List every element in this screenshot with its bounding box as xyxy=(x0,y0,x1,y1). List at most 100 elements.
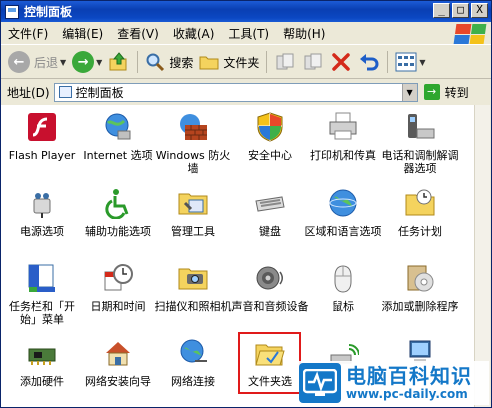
copy-to-button[interactable] xyxy=(299,49,327,75)
close-button[interactable]: X xyxy=(471,3,488,18)
delete-icon xyxy=(332,53,351,71)
flash-player-icon xyxy=(28,113,56,141)
item-label: 电源选项 xyxy=(20,225,64,238)
menu-help[interactable]: 帮助(H) xyxy=(276,25,332,42)
item-printers-faxes[interactable]: 打印机和传真 xyxy=(302,111,384,162)
network-connections-icon xyxy=(180,339,207,363)
menu-edit[interactable]: 编辑(E) xyxy=(55,25,110,42)
move-to-icon xyxy=(276,53,294,70)
phone-modem-icon xyxy=(408,114,435,139)
internet-options-icon xyxy=(105,113,131,140)
up-folder-icon xyxy=(109,52,127,71)
item-accessibility[interactable]: 辅助功能选项 xyxy=(77,187,159,238)
network-setup-icon xyxy=(106,342,130,366)
item-taskbar-start[interactable]: 任务栏和「开始」菜单 xyxy=(1,262,83,326)
item-admin-tools[interactable]: 管理工具 xyxy=(152,187,234,238)
back-label: 后退 xyxy=(34,55,59,70)
item-label: 辅助功能选项 xyxy=(85,225,151,238)
item-scanner-camera[interactable]: 扫描仪和照相机 xyxy=(152,262,234,313)
folders-icon xyxy=(199,56,219,70)
item-label: 扫描仪和照相机 xyxy=(154,300,232,313)
undo-button[interactable] xyxy=(355,49,383,75)
keyboard-icon xyxy=(255,196,285,212)
menu-file[interactable]: 文件(F) xyxy=(1,25,55,42)
highlight-box xyxy=(238,332,301,394)
item-keyboard[interactable]: 键盘 xyxy=(229,187,311,238)
back-button[interactable]: ← 后退 ▼ xyxy=(5,49,69,75)
watermark-url: www.pc-daily.com xyxy=(346,387,468,401)
forward-dropdown-icon[interactable]: ▼ xyxy=(96,58,102,67)
item-label: 日期和时间 xyxy=(90,300,146,313)
mouse-icon xyxy=(334,265,352,293)
windows-logo-icon xyxy=(453,24,487,44)
toolbar: ← 后退 ▼ → ▼ 搜索 文件夹 ▼ xyxy=(1,46,491,79)
go-button[interactable]: → 转到 xyxy=(423,84,469,101)
up-folder-button[interactable] xyxy=(105,49,133,75)
folders-button[interactable]: 文件夹 xyxy=(196,49,262,75)
item-network-setup[interactable]: 网络安装向导 xyxy=(77,337,159,388)
admin-tools-icon xyxy=(178,193,208,215)
maximize-button[interactable]: □ xyxy=(452,3,469,18)
sound-audio-icon xyxy=(256,266,283,290)
delete-button[interactable] xyxy=(327,49,355,75)
control-panel-icon xyxy=(58,86,72,98)
search-label: 搜索 xyxy=(169,55,194,70)
item-label: Windows 防火墙 xyxy=(155,149,231,175)
item-label: 任务计划 xyxy=(398,225,442,238)
item-flash-player[interactable]: Flash Player xyxy=(1,111,83,162)
back-arrow-icon: ← xyxy=(8,51,30,73)
search-icon xyxy=(146,53,165,72)
menu-favorites[interactable]: 收藏(A) xyxy=(166,25,222,42)
back-dropdown-icon[interactable]: ▼ xyxy=(60,58,66,67)
search-button[interactable]: 搜索 xyxy=(142,49,196,75)
forward-arrow-icon: → xyxy=(72,51,95,73)
item-label: Flash Player xyxy=(8,149,76,162)
item-label: 安全中心 xyxy=(248,149,292,162)
move-to-button[interactable] xyxy=(271,49,299,75)
address-label: 地址(D) xyxy=(7,85,50,100)
views-dropdown-icon[interactable]: ▼ xyxy=(419,58,425,67)
address-input[interactable]: 控制面板 ▼ xyxy=(53,82,418,102)
item-internet-options[interactable]: Internet 选项 xyxy=(77,111,159,162)
item-label: 键盘 xyxy=(259,225,281,238)
printers-faxes-icon xyxy=(329,112,357,140)
title-bar[interactable]: 控制面板 _ □ X xyxy=(1,1,491,22)
firewall-icon xyxy=(180,114,207,140)
copy-to-icon xyxy=(304,53,322,70)
item-windows-firewall[interactable]: Windows 防火墙 xyxy=(152,111,234,175)
item-add-remove-programs[interactable]: 添加或删除程序 xyxy=(379,262,461,313)
go-label: 转到 xyxy=(444,85,469,100)
undo-icon xyxy=(360,54,379,71)
item-security-center[interactable]: 安全中心 xyxy=(229,111,311,162)
watermark-logo-icon xyxy=(299,363,341,403)
item-power-options[interactable]: 电源选项 xyxy=(1,187,83,238)
item-label: 添加或删除程序 xyxy=(381,300,459,313)
item-date-time[interactable]: 日期和时间 xyxy=(77,262,159,313)
item-region-language[interactable]: 区域和语言选项 xyxy=(302,187,384,238)
item-mouse[interactable]: 鼠标 xyxy=(302,262,384,313)
scanner-camera-icon xyxy=(178,268,208,290)
item-scheduled-tasks[interactable]: 任务计划 xyxy=(379,187,461,238)
item-network-connections[interactable]: 网络连接 xyxy=(152,337,234,388)
go-arrow-icon: → xyxy=(423,84,440,100)
minimize-button[interactable]: _ xyxy=(433,3,450,18)
item-phone-modem[interactable]: 电话和调制解调器选项 xyxy=(379,111,461,175)
menu-view[interactable]: 查看(V) xyxy=(110,25,166,42)
item-label: 添加硬件 xyxy=(20,375,64,388)
menu-bar: 文件(F) 编辑(E) 查看(V) 收藏(A) 工具(T) 帮助(H) xyxy=(1,23,491,45)
item-sound-audio[interactable]: 声音和音频设备 xyxy=(229,262,311,313)
control-panel-icon xyxy=(5,4,19,19)
folders-label: 文件夹 xyxy=(223,55,260,70)
forward-button[interactable]: → ▼ xyxy=(69,49,105,75)
item-label: 区域和语言选项 xyxy=(304,225,382,238)
add-remove-programs-icon xyxy=(407,265,434,292)
item-add-hardware[interactable]: 添加硬件 xyxy=(1,337,83,388)
menu-tools[interactable]: 工具(T) xyxy=(221,25,276,42)
views-icon xyxy=(395,52,417,72)
views-button[interactable]: ▼ xyxy=(392,49,428,75)
address-dropdown-icon[interactable]: ▼ xyxy=(401,83,417,101)
toolbar-separator xyxy=(266,51,268,73)
taskbar-start-icon xyxy=(28,264,55,292)
watermark-title: 电脑百科知识 xyxy=(346,364,472,388)
toolbar-separator xyxy=(387,51,389,73)
